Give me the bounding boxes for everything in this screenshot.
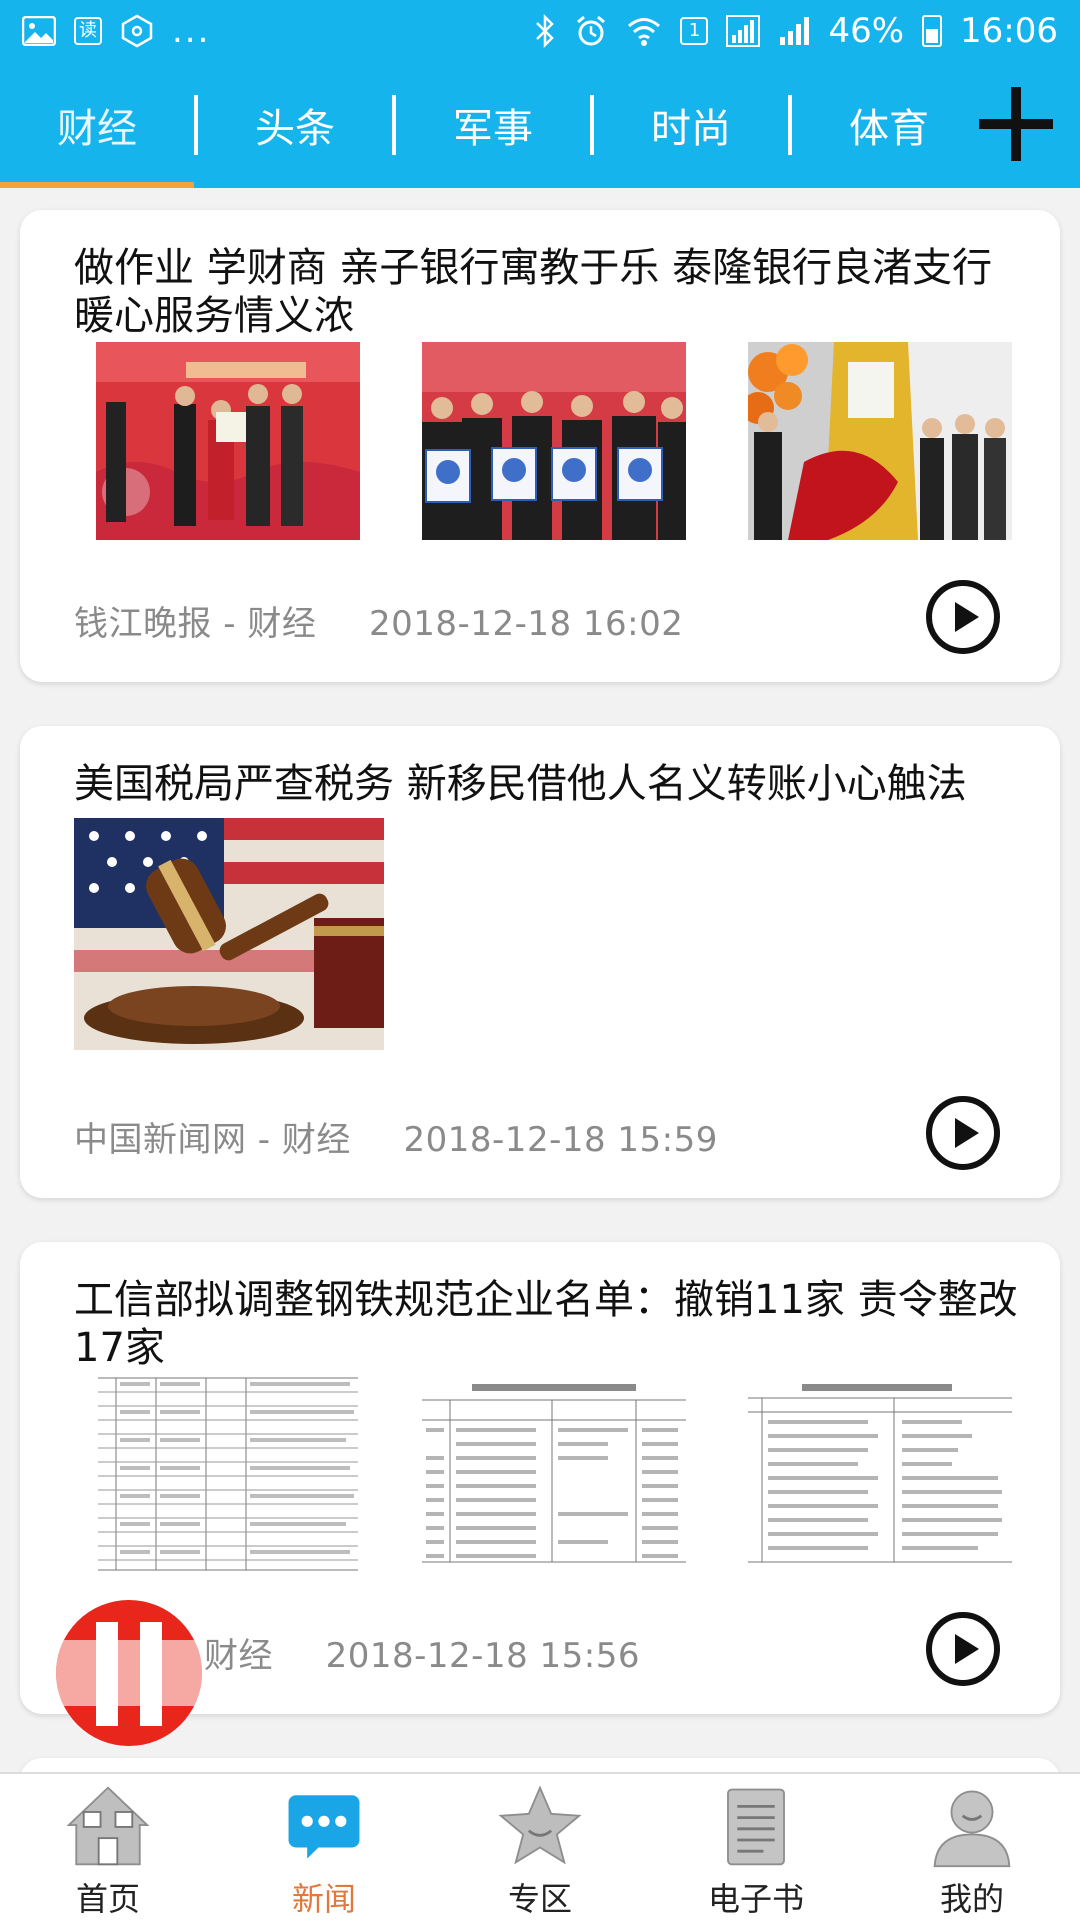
plus-icon[interactable] [976, 84, 1056, 164]
signal-icon [726, 15, 761, 47]
news-card[interactable] [20, 1758, 1060, 1772]
more-notifications: ... [172, 11, 211, 51]
pause-icon[interactable] [56, 1600, 202, 1746]
bottom-nav: 首页 新闻 专区 电子书 我的 [0, 1772, 1080, 1920]
news-card[interactable]: 美国税局严查税务 新移民借他人名义转账小心触法 中国新闻网 - 财经 2018-… [20, 726, 1060, 1198]
tab-fashion[interactable]: 时尚 [594, 62, 788, 188]
news-feed[interactable]: 做作业 学财商 亲子银行寓教于乐 泰隆银行良渚支行暖心服务情义浓 钱江晚报 - … [0, 188, 1080, 1772]
user-icon [933, 1790, 1011, 1868]
group-photo[interactable] [422, 342, 686, 540]
tab-military[interactable]: 军事 [396, 62, 590, 188]
play-circle-icon[interactable] [924, 1094, 1002, 1172]
ebook-icon [727, 1788, 785, 1866]
document-table-1[interactable] [96, 1376, 360, 1574]
article-source: 中国新闻网 - 财经 [74, 1120, 351, 1160]
tab-headlines[interactable]: 头条 [198, 62, 392, 188]
article-title[interactable]: 工信部拟调整钢铁规范企业名单：撤销11家 责令整改17家 [74, 1276, 1030, 1372]
news-chat-icon [288, 1795, 360, 1859]
sim1-icon: 1 [680, 17, 709, 45]
article-meta: 中国新闻网 - 财经 2018-12-18 15:59 [74, 1112, 718, 1161]
star-icon [498, 1785, 582, 1865]
pause-bar-right [140, 1622, 162, 1726]
opening-ribbon-photo[interactable] [748, 342, 1012, 540]
pause-bar-left [96, 1622, 118, 1726]
article-meta: 钱江晚报 - 财经 2018-12-18 16:02 [74, 596, 683, 645]
battery-icon [922, 15, 943, 47]
nav-zone-label: 专区 [507, 1880, 572, 1918]
category-tab-bar: 财经 头条 军事 时尚 体育 [0, 62, 1080, 188]
article-title[interactable]: 做作业 学财商 亲子银行寓教于乐 泰隆银行良渚支行暖心服务情义浓 [74, 244, 1030, 340]
document-table-3[interactable] [748, 1376, 1012, 1574]
image-icon [22, 16, 56, 46]
clock: 16:06 [960, 11, 1058, 51]
gavel-flag-photo[interactable] [74, 818, 384, 1050]
nav-profile-label: 我的 [939, 1880, 1004, 1918]
nav-ebook-label: 电子书 [707, 1880, 804, 1918]
play-circle-icon[interactable] [924, 578, 1002, 656]
home-icon [66, 1786, 150, 1866]
pause-button-plate [56, 1640, 202, 1706]
read-app-icon: 读 [74, 17, 102, 45]
status-right: 1 46% 16:06 [534, 11, 1058, 51]
article-source: 财经 [204, 1636, 273, 1676]
nav-ebook[interactable]: 电子书 [648, 1774, 864, 1920]
nav-news[interactable]: 新闻 [216, 1774, 432, 1920]
article-title[interactable]: 美国税局严查税务 新移民借他人名义转账小心触法 [74, 760, 1030, 808]
nav-profile[interactable]: 我的 [864, 1774, 1080, 1920]
news-card[interactable]: 做作业 学财商 亲子银行寓教于乐 泰隆银行良渚支行暖心服务情义浓 钱江晚报 - … [20, 210, 1060, 682]
article-time: 2018-12-18 15:59 [403, 1120, 718, 1160]
nav-zone[interactable]: 专区 [432, 1774, 648, 1920]
article-meta: 财经 2018-12-18 15:56 [204, 1628, 640, 1677]
bluetooth-icon [534, 14, 556, 48]
article-time: 2018-12-18 15:56 [325, 1636, 641, 1676]
plus-icon-vertical [1011, 87, 1021, 161]
battery-percent: 46% [828, 11, 905, 51]
article-time: 2018-12-18 16:02 [369, 604, 684, 644]
nav-home[interactable]: 首页 [0, 1774, 216, 1920]
wifi-icon [626, 15, 662, 47]
article-source: 钱江晚报 - 财经 [74, 604, 317, 644]
ceremony-photo[interactable] [96, 342, 360, 540]
signal-icon-2 [778, 15, 810, 47]
nav-home-label: 首页 [75, 1880, 140, 1918]
hexagon-app-icon [120, 14, 154, 48]
tab-finance[interactable]: 财经 [0, 62, 194, 188]
status-left: 读 ... [22, 11, 210, 51]
alarm-icon [574, 14, 608, 48]
tab-sports[interactable]: 体育 [792, 62, 986, 188]
status-bar: 读 ... 1 46% 16:06 [0, 0, 1080, 62]
play-circle-icon[interactable] [924, 1610, 1002, 1688]
document-table-2[interactable] [422, 1376, 686, 1574]
nav-news-label: 新闻 [291, 1880, 356, 1918]
